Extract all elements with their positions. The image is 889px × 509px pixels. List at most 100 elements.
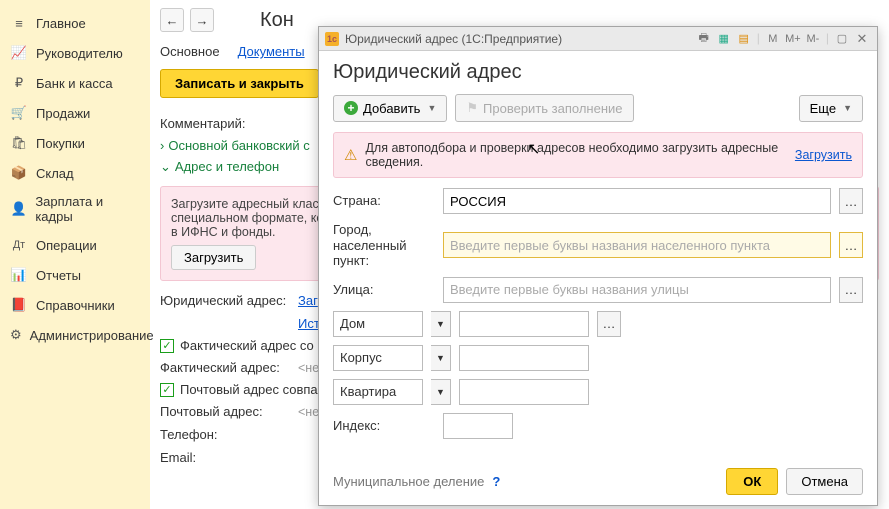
sidebar-item-reports[interactable]: 📊Отчеты [0, 260, 150, 290]
sidebar-label: Справочники [36, 298, 115, 313]
sidebar-item-main[interactable]: ≡ Главное [0, 8, 150, 38]
country-label: Страна: [333, 193, 435, 209]
sidebar-item-manager[interactable]: 📈 Руководителю [0, 38, 150, 68]
load-classifier-button[interactable]: Загрузить [171, 245, 256, 270]
modal-title: Юридический адрес (1С:Предприятие) [345, 32, 562, 46]
sidebar-label: Отчеты [36, 268, 81, 283]
modal-footer: Муниципальное деление ? ОК Отмена [319, 458, 877, 505]
bag-icon: 🛍 [10, 134, 28, 152]
sidebar-item-operations[interactable]: Дт Операции [0, 230, 150, 260]
house-type-select[interactable]: Дом [333, 311, 423, 337]
street-input[interactable] [443, 277, 831, 303]
person-icon: 👤 [10, 200, 27, 218]
legal-address-edit-link[interactable]: Заг [298, 293, 318, 308]
legal-address-label: Юридический адрес: [160, 293, 290, 308]
ops-icon: Дт [10, 236, 28, 254]
sidebar-item-directories[interactable]: 📕Справочники [0, 290, 150, 320]
box-icon: 📦 [10, 164, 28, 182]
flat-type-select[interactable]: Квартира [333, 379, 423, 405]
page-title: Кон [260, 9, 294, 32]
caret-down-icon[interactable]: ▼ [431, 345, 451, 371]
phone-label: Телефон: [160, 427, 290, 442]
sidebar-label: Банк и касса [36, 76, 113, 91]
sidebar-label: Операции [36, 238, 97, 253]
chart-icon: 📈 [10, 44, 28, 62]
sidebar-label: Администрирование [30, 328, 154, 343]
index-label: Индекс: [333, 418, 435, 434]
print-icon[interactable]: 🖶 [695, 31, 713, 47]
modal-titlebar[interactable]: 1c Юридический адрес (1С:Предприятие) 🖶 … [319, 27, 877, 51]
house-select-button[interactable]: … [597, 311, 621, 337]
expand-icon: › [160, 138, 164, 153]
memory-mplus-button[interactable]: М+ [784, 31, 802, 47]
sidebar-item-hr[interactable]: 👤 Зарплата и кадры [0, 188, 150, 230]
city-input[interactable] [443, 232, 831, 258]
sidebar-label: Главное [36, 16, 86, 31]
check-fill-button[interactable]: ⚑ Проверить заполнение [455, 94, 633, 122]
sidebar-label: Покупки [36, 136, 85, 151]
memory-m-button[interactable]: М [764, 31, 782, 47]
flat-input[interactable] [459, 379, 589, 405]
ok-button[interactable]: ОК [726, 468, 778, 495]
more-button[interactable]: Еще ▼ [799, 95, 863, 122]
country-input[interactable] [443, 188, 831, 214]
street-select-button[interactable]: … [839, 277, 863, 303]
index-input[interactable] [443, 413, 513, 439]
warning-icon: ⚠ [344, 146, 357, 164]
municipal-label: Муниципальное деление [333, 474, 484, 489]
legal-address-modal: 1c Юридический адрес (1С:Предприятие) 🖶 … [318, 26, 878, 506]
caret-down-icon[interactable]: ▼ [431, 311, 451, 337]
nav-back-button[interactable]: ← [160, 8, 184, 32]
memory-mminus-button[interactable]: М- [804, 31, 822, 47]
sidebar-item-admin[interactable]: ⚙Администрирование [0, 320, 150, 350]
close-button[interactable]: ✕ [853, 31, 871, 47]
help-icon[interactable]: ? [492, 474, 500, 489]
sidebar-label: Склад [36, 166, 74, 181]
street-label: Улица: [333, 282, 435, 298]
add-button[interactable]: + Добавить ▼ [333, 95, 447, 122]
house-input[interactable] [459, 311, 589, 337]
country-select-button[interactable]: … [839, 188, 863, 214]
post-address-checkbox[interactable]: ✓ [160, 383, 174, 397]
cancel-button[interactable]: Отмена [786, 468, 863, 495]
modal-heading: Юридический адрес [333, 61, 863, 84]
caret-down-icon[interactable]: ▼ [431, 379, 451, 405]
money-icon: ₽ [10, 74, 28, 92]
plus-icon: + [344, 101, 358, 115]
gear-icon: ⚙ [10, 326, 22, 344]
sidebar-item-bank[interactable]: ₽ Банк и касса [0, 68, 150, 98]
fact-address-chk-label: Фактический адрес со [180, 338, 314, 353]
warning-box: ⚠ Для автоподбора и проверки адресов нео… [333, 132, 863, 178]
city-select-button[interactable]: … [839, 232, 863, 258]
sidebar-item-stock[interactable]: 📦 Склад [0, 158, 150, 188]
cart-icon: 🛒 [10, 104, 28, 122]
sidebar-label: Продажи [36, 106, 90, 121]
sidebar-label: Зарплата и кадры [35, 194, 140, 224]
post-address-chk-label: Почтовый адрес совпа [180, 382, 318, 397]
save-close-button[interactable]: Записать и закрыть [160, 69, 319, 98]
tab-main[interactable]: Основное [160, 44, 220, 59]
minimize-button[interactable]: ▢ [833, 31, 851, 47]
city-label: Город, населенный пункт: [333, 222, 435, 269]
sidebar-nav: ≡ Главное 📈 Руководителю ₽ Банк и касса 🛒 Пр… [0, 0, 150, 509]
nav-forward-button[interactable]: → [190, 8, 214, 32]
sidebar-item-purchases[interactable]: 🛍 Покупки [0, 128, 150, 158]
menu-icon: ≡ [10, 14, 28, 32]
sidebar-item-sales[interactable]: 🛒 Продажи [0, 98, 150, 128]
post-address-label: Почтовый адрес: [160, 404, 290, 419]
email-label: Email: [160, 450, 290, 465]
calendar-icon[interactable]: ▦ [715, 31, 733, 47]
corpus-type-select[interactable]: Корпус [333, 345, 423, 371]
corpus-input[interactable] [459, 345, 589, 371]
warning-load-link[interactable]: Загрузить [795, 148, 852, 162]
fact-address-label: Фактический адрес: [160, 360, 290, 375]
app-logo-icon: 1c [325, 32, 339, 46]
caret-down-icon: ▼ [843, 103, 852, 113]
flag-icon: ⚑ [466, 100, 478, 116]
tab-documents[interactable]: Документы [238, 44, 305, 59]
sidebar-label: Руководителю [36, 46, 123, 61]
caret-down-icon: ▼ [427, 103, 436, 113]
collapse-icon: ⌄ [160, 159, 171, 174]
calculator-icon[interactable]: ▤ [735, 31, 753, 47]
fact-address-checkbox[interactable]: ✓ [160, 339, 174, 353]
